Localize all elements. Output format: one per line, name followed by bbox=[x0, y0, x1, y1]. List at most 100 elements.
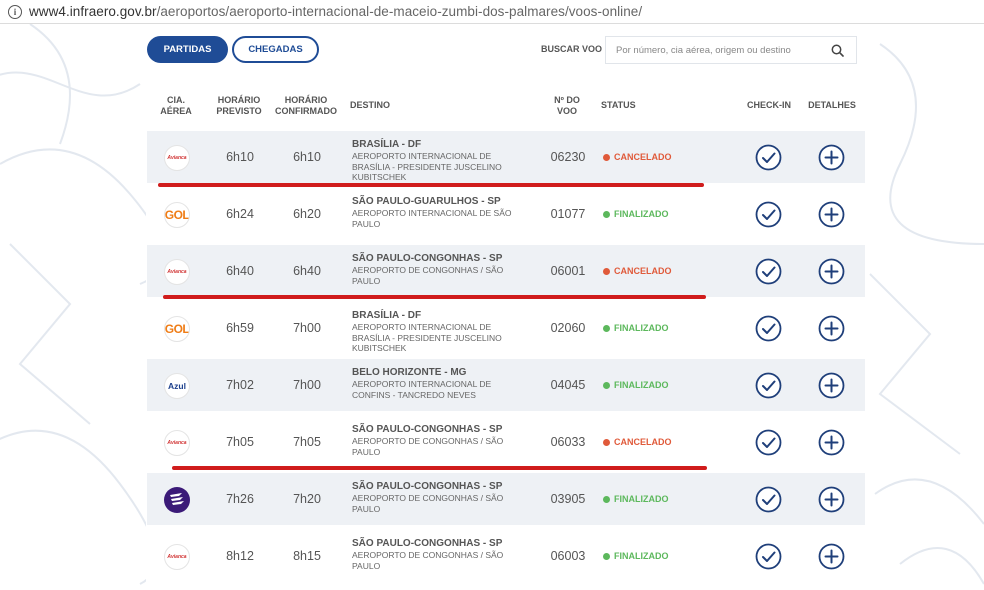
scheduled-time: 7h26 bbox=[226, 492, 254, 506]
destination-city: BRASÍLIA - DF bbox=[352, 139, 422, 150]
flight-row[interactable]: GOL 6h59 7h00 BRASÍLIA - DF AEROPORTO INTERN… bbox=[147, 302, 865, 354]
destination-city: SÃO PAULO-CONGONHAS - SP bbox=[352, 481, 503, 492]
flight-number: 04045 bbox=[550, 378, 586, 392]
flight-number: 01077 bbox=[550, 207, 586, 221]
status-dot bbox=[603, 210, 610, 218]
flight-row[interactable]: Avianca 6h10 6h10 BRASÍLIA - DF AEROPORTO IN… bbox=[147, 131, 865, 183]
url-domain: www4.infraero.gov.br bbox=[29, 4, 157, 19]
destination-city: BRASÍLIA - DF bbox=[352, 310, 422, 321]
col-confirmado: HORÁRIO CONFIRMADO bbox=[275, 95, 337, 116]
flight-number: 02060 bbox=[550, 321, 586, 335]
destination-city: SÃO PAULO-GUARULHOS - SP bbox=[352, 196, 501, 207]
search-box[interactable] bbox=[605, 36, 857, 64]
status-badge: CANCELADO bbox=[603, 266, 672, 276]
checkin-icon[interactable] bbox=[755, 258, 782, 285]
flights-panel: PARTIDAS CHEGADAS BUSCAR VOO CIA.AÉREA H… bbox=[146, 24, 865, 590]
col-detalhes: DETALHES bbox=[808, 100, 856, 110]
status-dot bbox=[603, 495, 610, 503]
search-icon[interactable] bbox=[831, 44, 844, 57]
destination-city: BELO HORIZONTE - MG bbox=[352, 367, 467, 378]
avianca-logo: Avianca bbox=[164, 430, 190, 456]
search-input[interactable] bbox=[616, 44, 826, 56]
destination-airport: AEROPORTO DE CONGONHAS / SÃO PAULO bbox=[352, 493, 504, 514]
flight-row[interactable]: Avianca 7h05 7h05 SÃO PAULO-CONGONHAS - SP A… bbox=[147, 416, 865, 468]
details-plus-icon[interactable] bbox=[818, 144, 845, 171]
flight-number: 03905 bbox=[550, 492, 586, 506]
url-text[interactable]: www4.infraero.gov.br/aeroportos/aeroport… bbox=[29, 4, 642, 19]
status-text: FINALIZADO bbox=[614, 494, 669, 504]
col-checkin: CHECK-IN bbox=[747, 100, 791, 110]
airline-logo-text: GOL bbox=[164, 208, 190, 222]
status-dot bbox=[603, 552, 610, 560]
avianca-logo: Avianca bbox=[164, 145, 190, 171]
checkin-icon[interactable] bbox=[755, 144, 782, 171]
status-badge: FINALIZADO bbox=[603, 323, 669, 333]
destination-airport: AEROPORTO DE CONGONHAS / SÃO PAULO bbox=[352, 265, 504, 286]
red-strike-annotation bbox=[158, 183, 704, 187]
details-plus-icon[interactable] bbox=[818, 258, 845, 285]
status-dot bbox=[603, 438, 610, 446]
destination-city: SÃO PAULO-CONGONHAS - SP bbox=[352, 424, 503, 435]
flight-row[interactable]: Avianca 8h12 8h15 SÃO PAULO-CONGONHAS - SP A… bbox=[147, 530, 865, 582]
destination-city: SÃO PAULO-CONGONHAS - SP bbox=[352, 538, 503, 549]
destination-airport: AEROPORTO INTERNACIONAL DE BRASÍLIA - PR… bbox=[352, 151, 502, 182]
tab-chegadas[interactable]: CHEGADAS bbox=[232, 36, 319, 63]
status-badge: FINALIZADO bbox=[603, 380, 669, 390]
gol-logo: GOL bbox=[164, 202, 190, 228]
details-plus-icon[interactable] bbox=[818, 201, 845, 228]
status-badge: CANCELADO bbox=[603, 152, 672, 162]
confirmed-time: 6h20 bbox=[293, 207, 321, 221]
search-label: BUSCAR VOO bbox=[541, 44, 603, 54]
scheduled-time: 8h12 bbox=[226, 549, 254, 563]
tab-partidas[interactable]: PARTIDAS bbox=[147, 36, 228, 63]
avianca-logo: Avianca bbox=[164, 259, 190, 285]
checkin-icon[interactable] bbox=[755, 315, 782, 342]
checkin-icon[interactable] bbox=[755, 429, 782, 456]
scheduled-time: 6h10 bbox=[226, 150, 254, 164]
col-previsto: HORÁRIO PREVISTO bbox=[216, 95, 262, 116]
checkin-icon[interactable] bbox=[755, 486, 782, 513]
checkin-icon[interactable] bbox=[755, 543, 782, 570]
destination-airport: AEROPORTO DE CONGONHAS / SÃO PAULO bbox=[352, 550, 504, 571]
details-plus-icon[interactable] bbox=[818, 429, 845, 456]
flight-row[interactable]: Azul 7h02 7h00 BELO HORIZONTE - MG AEROPORTO… bbox=[147, 359, 865, 411]
flight-number: 06003 bbox=[550, 549, 586, 563]
status-dot bbox=[603, 153, 610, 161]
scheduled-time: 7h05 bbox=[226, 435, 254, 449]
checkin-icon[interactable] bbox=[755, 372, 782, 399]
confirmed-time: 7h20 bbox=[293, 492, 321, 506]
col-status: STATUS bbox=[601, 100, 636, 110]
info-icon[interactable]: i bbox=[8, 4, 22, 19]
confirmed-time: 6h10 bbox=[293, 150, 321, 164]
airline-logo-text: Avianca bbox=[167, 554, 187, 560]
red-strike-annotation bbox=[172, 466, 707, 470]
details-plus-icon[interactable] bbox=[818, 315, 845, 342]
col-destino: DESTINO bbox=[350, 100, 391, 110]
flight-number: 06230 bbox=[550, 150, 586, 164]
scheduled-time: 6h24 bbox=[226, 207, 254, 221]
confirmed-time: 8h15 bbox=[293, 549, 321, 563]
scheduled-time: 7h02 bbox=[226, 378, 254, 392]
flight-row[interactable]: GOL 6h24 6h20 SÃO PAULO-GUARULHOS - SP AEROP… bbox=[147, 188, 865, 240]
url-path: /aeroportos/aeroporto-internacional-de-m… bbox=[156, 4, 643, 19]
destination-airport: AEROPORTO INTERNACIONAL DE BRASÍLIA - PR… bbox=[352, 322, 502, 353]
status-text: FINALIZADO bbox=[614, 551, 669, 561]
flight-number: 06001 bbox=[550, 264, 586, 278]
flight-row[interactable]: Avianca 6h40 6h40 SÃO PAULO-CONGONHAS - SP A… bbox=[147, 245, 865, 297]
latam-logo bbox=[164, 487, 190, 513]
details-plus-icon[interactable] bbox=[818, 543, 845, 570]
col-numero: Nº DO VOO bbox=[554, 95, 580, 116]
flight-row[interactable]: 7h26 7h20 SÃO PAULO-CONGONHAS - SP AEROPORT… bbox=[147, 473, 865, 525]
details-plus-icon[interactable] bbox=[818, 486, 845, 513]
airline-logo-text: Avianca bbox=[167, 440, 187, 446]
scheduled-time: 6h59 bbox=[226, 321, 254, 335]
airline-logo-text: Avianca bbox=[167, 269, 187, 275]
airline-logo-text: GOL bbox=[164, 322, 190, 336]
destination-city: SÃO PAULO-CONGONHAS - SP bbox=[352, 253, 503, 264]
details-plus-icon[interactable] bbox=[818, 372, 845, 399]
status-dot bbox=[603, 324, 610, 332]
status-dot bbox=[603, 381, 610, 389]
checkin-icon[interactable] bbox=[755, 201, 782, 228]
status-text: CANCELADO bbox=[614, 152, 672, 162]
browser-address-bar[interactable]: i www4.infraero.gov.br/aeroportos/aeropo… bbox=[0, 0, 984, 24]
